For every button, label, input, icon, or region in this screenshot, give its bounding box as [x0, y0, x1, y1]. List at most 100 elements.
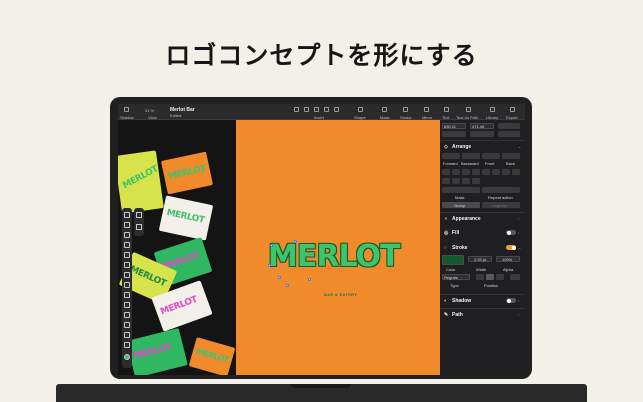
- chevron-down-icon[interactable]: ⌄: [518, 144, 521, 149]
- align-button[interactable]: [492, 169, 500, 175]
- path-anchor-point[interactable]: [294, 240, 297, 243]
- pencil-tool-icon[interactable]: [124, 242, 130, 248]
- mirror-icon[interactable]: [424, 107, 429, 112]
- gradient-tool-icon[interactable]: [124, 302, 130, 308]
- shadow-toggle[interactable]: [506, 298, 516, 303]
- fill-toggle[interactable]: [506, 230, 516, 235]
- stroke-toggle[interactable]: [506, 245, 516, 250]
- stroke-position-outside[interactable]: [496, 274, 504, 280]
- pencil-icon[interactable]: [304, 107, 309, 112]
- stroke-options-button[interactable]: [510, 274, 520, 280]
- distribute-button[interactable]: [442, 178, 450, 184]
- stroke-position-label: Position: [484, 283, 499, 288]
- zoom-value[interactable]: 31 %: [145, 108, 154, 113]
- backward-label: Backward: [461, 161, 479, 166]
- chevron-right-icon[interactable]: ›: [518, 216, 519, 221]
- repeat-action-button[interactable]: [482, 187, 520, 193]
- library-icon[interactable]: [490, 107, 495, 112]
- pen-icon[interactable]: [294, 107, 299, 112]
- align-button[interactable]: [482, 169, 490, 175]
- distribute-button[interactable]: [452, 178, 460, 184]
- align-button[interactable]: [512, 169, 520, 175]
- rectangle-tool-icon[interactable]: [124, 272, 130, 278]
- hand-tool-icon[interactable]: [124, 332, 130, 338]
- card-logo-text: MERLOT: [165, 207, 206, 226]
- brush-icon[interactable]: [314, 107, 319, 112]
- text-on-path-icon[interactable]: [466, 107, 471, 112]
- chevron-right-icon[interactable]: ›: [518, 230, 519, 235]
- path-anchor-point[interactable]: [270, 244, 273, 247]
- path-anchor-point[interactable]: [308, 278, 311, 281]
- node-icon[interactable]: [324, 107, 329, 112]
- business-card[interactable]: MERLOT: [160, 151, 214, 195]
- align-button[interactable]: [472, 169, 480, 175]
- stroke-title: Stroke: [452, 245, 468, 251]
- align-button[interactable]: [462, 169, 470, 175]
- stroke-position-center[interactable]: [486, 274, 494, 280]
- chevron-right-icon[interactable]: ›: [518, 312, 519, 317]
- ungroup-label: Ungroup: [492, 203, 508, 208]
- shape-tool-icon[interactable]: [334, 107, 339, 112]
- stroke-position-inside[interactable]: [476, 274, 484, 280]
- ellipse-tool-icon[interactable]: [124, 282, 130, 288]
- text-tool-icon[interactable]: [124, 292, 130, 298]
- export-icon[interactable]: [510, 107, 515, 112]
- business-card[interactable]: MERLOT: [126, 328, 188, 375]
- knife-tool-icon[interactable]: [124, 322, 130, 328]
- arrange-title: Arrange: [452, 144, 472, 150]
- card-logo-text: MERLOT: [194, 346, 230, 365]
- eyedropper-tool-icon[interactable]: [124, 312, 130, 318]
- distribute-button[interactable]: [472, 178, 480, 184]
- text-icon[interactable]: [444, 107, 449, 112]
- group-label: Group: [454, 203, 466, 208]
- canvas-background[interactable]: MERLOT MERLOT MERLOT MERLOT MERLOT MERLO…: [118, 120, 236, 375]
- x-position-value: 630.11: [444, 124, 456, 129]
- divider: [440, 140, 525, 141]
- app-window: Sidebar 31 % View Merlot Bar Edited Inse…: [118, 104, 525, 375]
- mask-icon[interactable]: [382, 107, 387, 112]
- eraser-tool-icon[interactable]: [124, 262, 130, 268]
- backward-button[interactable]: [462, 153, 480, 159]
- select-tool-icon[interactable]: [124, 212, 130, 218]
- align-button[interactable]: [452, 169, 460, 175]
- node-tool-icon[interactable]: [124, 222, 130, 228]
- option-b-icon[interactable]: [136, 224, 142, 230]
- size-lock-button[interactable]: [498, 123, 520, 129]
- path-anchor-point[interactable]: [278, 276, 281, 279]
- option-a-icon[interactable]: [136, 212, 142, 218]
- logo-text[interactable]: MERLOT: [268, 239, 400, 274]
- align-left-button[interactable]: [442, 131, 466, 137]
- divider: [440, 212, 525, 213]
- business-card[interactable]: MERLOT: [118, 150, 164, 214]
- stroke-color-well[interactable]: [442, 255, 464, 265]
- sidebar-icon[interactable]: [124, 107, 129, 112]
- color-well-icon[interactable]: [124, 354, 130, 360]
- forward-button[interactable]: [442, 153, 460, 159]
- chevron-right-icon[interactable]: ›: [518, 298, 519, 303]
- align-right-button[interactable]: [498, 131, 520, 137]
- business-card[interactable]: MERLOT: [188, 337, 236, 375]
- back-button[interactable]: [502, 153, 520, 159]
- stroke-icon: ◌: [444, 245, 447, 251]
- pen-tool-icon[interactable]: [124, 232, 130, 238]
- stroke-color-label: Color: [446, 267, 456, 272]
- stroke-type-label: Type: [450, 283, 459, 288]
- logo-subtext[interactable]: BAR & EATERY: [324, 292, 357, 297]
- align-button[interactable]: [502, 169, 510, 175]
- brush-tool-icon[interactable]: [124, 252, 130, 258]
- front-button[interactable]: [482, 153, 500, 159]
- zoom-tool-icon[interactable]: [124, 342, 130, 348]
- stroke-icon[interactable]: [403, 107, 408, 112]
- path-anchor-point[interactable]: [286, 284, 289, 287]
- stroke-alpha-value: 100%: [502, 257, 513, 262]
- distribute-button[interactable]: [462, 178, 470, 184]
- mask-button[interactable]: [442, 187, 480, 193]
- align-button[interactable]: [442, 169, 450, 175]
- stroke-width-label: Width: [476, 267, 487, 272]
- align-center-button[interactable]: [470, 131, 494, 137]
- shape-icon[interactable]: [358, 107, 363, 112]
- path-anchor-point[interactable]: [268, 264, 271, 267]
- arrange-icon: ◇: [444, 144, 448, 150]
- chevron-down-icon[interactable]: ⌄: [518, 245, 521, 250]
- business-card[interactable]: MERLOT: [158, 195, 214, 241]
